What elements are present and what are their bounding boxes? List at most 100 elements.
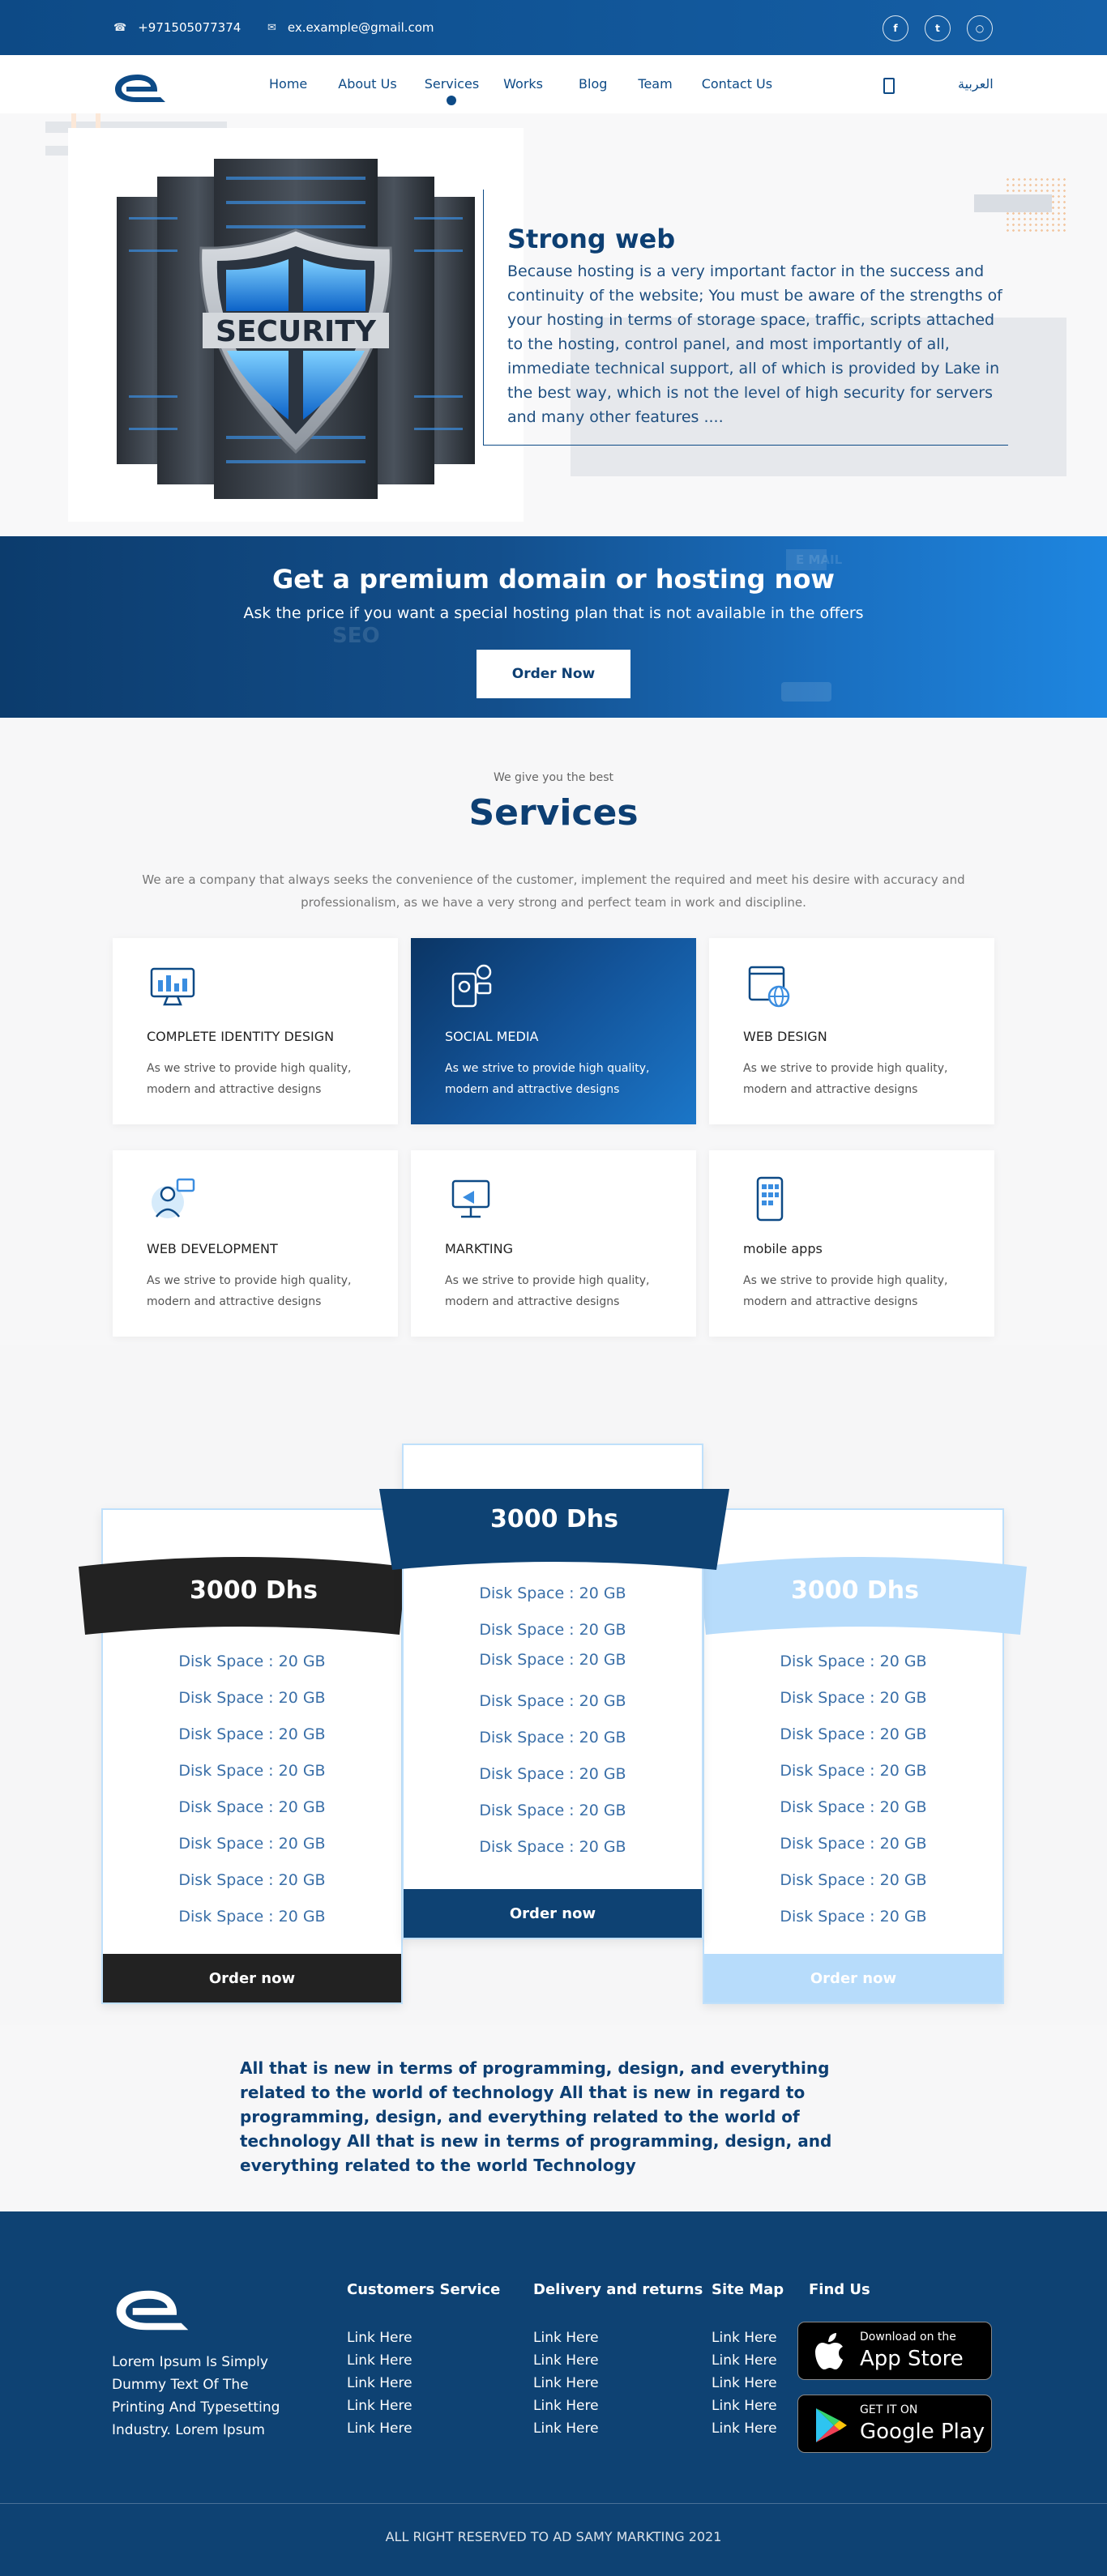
service-card-title: mobile apps: [743, 1241, 823, 1256]
search-icon[interactable]: [883, 78, 895, 94]
web-development-icon: [152, 1178, 195, 1218]
plan-feature: Disk Space : 20 GB: [178, 1908, 326, 1926]
plan-feature: Disk Space : 20 GB: [178, 1762, 326, 1780]
service-card-desc: As we strive to provide high quality, mo…: [445, 1274, 650, 1308]
hero-section: SECURITY Strong web Because hosting is a…: [0, 113, 1107, 536]
plan-feature: Disk Space : 20 GB: [780, 1689, 927, 1707]
plan-feature: Disk Space : 20 GB: [780, 1798, 927, 1816]
footer-link[interactable]: Link Here: [712, 2398, 777, 2414]
price-ribbon: [379, 1489, 729, 1570]
footer-link[interactable]: Link Here: [712, 2330, 777, 2346]
plan-order-button[interactable]: Order now: [103, 1954, 401, 2002]
service-card-title: MARKTING: [445, 1241, 513, 1256]
nav-services[interactable]: Services: [425, 76, 479, 105]
app-store-small: Download on the: [860, 2331, 956, 2344]
service-card-desc: As we strive to provide high quality, mo…: [743, 1274, 948, 1308]
banner-bg-word: SEO: [332, 624, 380, 648]
site-footer: Lorem Ipsum Is Simply Dummy Text Of The …: [0, 2211, 1107, 2576]
pricing-plan: 3000 Dhs Disk Space : 20 GB Disk Space :…: [79, 1508, 406, 2004]
footer-link[interactable]: Link Here: [712, 2352, 777, 2369]
footer-about-text: Lorem Ipsum Is Simply Dummy Text Of The …: [112, 2354, 280, 2438]
plan-feature: Disk Space : 20 GB: [479, 1765, 626, 1783]
main-navbar: Home About Us Services Works Blog Team C…: [0, 55, 1107, 113]
marketing-icon: [451, 1179, 490, 1218]
email-contact[interactable]: ✉ ex.example@gmail.com: [267, 20, 434, 35]
service-card[interactable]: MARKTING As we strive to provide high qu…: [411, 1150, 696, 1337]
top-bar: ☎ +971505077374 ✉ ex.example@gmail.com f…: [0, 0, 1107, 55]
service-card[interactable]: COMPLETE IDENTITY DESIGN As we strive to…: [113, 938, 398, 1124]
plan-order-button[interactable]: Order now: [404, 1889, 702, 1938]
nav-about-us[interactable]: About Us: [338, 76, 396, 92]
pricing-plan: 3000 Dhs Disk Space : 20 GB Disk Space :…: [699, 1508, 1027, 2004]
nav-team[interactable]: Team: [638, 76, 672, 92]
plan-feature: Disk Space : 20 GB: [178, 1835, 326, 1853]
banner-title: Get a premium domain or hosting now: [272, 564, 835, 595]
phone-icon: ☎: [113, 21, 127, 34]
nav-contact-us[interactable]: Contact Us: [702, 76, 772, 92]
service-card-desc: As we strive to provide high quality, mo…: [743, 1062, 948, 1096]
phone-contact[interactable]: ☎ +971505077374: [113, 20, 241, 35]
mobile-apps-icon: [756, 1176, 784, 1222]
footer-link[interactable]: Link Here: [533, 2420, 599, 2437]
language-switch[interactable]: العربية: [958, 76, 994, 92]
footer-link[interactable]: Link Here: [533, 2398, 599, 2414]
footer-logo[interactable]: [112, 2286, 193, 2335]
services-description: We are a company that always seeks the c…: [142, 872, 965, 910]
nav-home[interactable]: Home: [269, 76, 307, 92]
google-play-badge[interactable]: GET IT ON Google Play: [797, 2395, 992, 2453]
footer-link[interactable]: Link Here: [533, 2330, 599, 2346]
footer-link[interactable]: Link Here: [347, 2420, 412, 2437]
social-media-icon: [451, 964, 492, 1008]
security-image-text: SECURITY: [216, 315, 377, 348]
service-card-title: WEB DEVELOPMENT: [147, 1241, 278, 1256]
app-store-badge[interactable]: Download on the App Store: [797, 2322, 992, 2380]
footer-link[interactable]: Link Here: [533, 2352, 599, 2369]
plan-feature: Disk Space : 20 GB: [178, 1689, 326, 1707]
pricing-plan-featured: 3000 Dhs Disk Space : 20 GB Disk Space :…: [379, 1444, 729, 1939]
footer-column-title: Delivery and returns: [533, 2281, 703, 2298]
plan-feature: Disk Space : 20 GB: [780, 1725, 927, 1743]
footer-link[interactable]: Link Here: [533, 2375, 599, 2391]
service-card[interactable]: SOCIAL MEDIA As we strive to provide hig…: [411, 938, 696, 1124]
footer-divider: [0, 2503, 1107, 2504]
plan-feature: Disk Space : 20 GB: [479, 1651, 626, 1669]
nav-blog[interactable]: Blog: [579, 76, 607, 92]
footer-link[interactable]: Link Here: [347, 2352, 412, 2369]
email-address: ex.example@gmail.com: [287, 20, 434, 35]
banner-subtitle: Ask the price if you want a special host…: [243, 604, 864, 622]
footer-link[interactable]: Link Here: [712, 2375, 777, 2391]
web-design-icon: [748, 966, 790, 1008]
service-card[interactable]: WEB DESIGN As we strive to provide high …: [709, 938, 994, 1124]
services-title: Services: [468, 792, 639, 834]
service-card[interactable]: WEB DEVELOPMENT As we strive to provide …: [113, 1150, 398, 1337]
service-card-desc: As we strive to provide high quality, mo…: [147, 1062, 352, 1096]
twitter-icon[interactable]: t: [925, 15, 951, 41]
instagram-icon[interactable]: ○: [967, 15, 993, 41]
facebook-icon[interactable]: f: [883, 15, 908, 41]
plan-feature: Disk Space : 20 GB: [479, 1692, 626, 1710]
footer-column-title: Site Map: [712, 2281, 784, 2298]
plan-feature: Disk Space : 20 GB: [780, 1653, 927, 1670]
app-store-big: App Store: [860, 2347, 964, 2371]
order-now-button[interactable]: Order Now: [477, 650, 630, 698]
find-us-title: Find Us: [809, 2281, 870, 2298]
service-card-desc: As we strive to provide high quality, mo…: [147, 1274, 352, 1308]
service-card[interactable]: mobile apps As we strive to provide high…: [709, 1150, 994, 1337]
plan-feature: Disk Space : 20 GB: [178, 1798, 326, 1816]
plan-price: 3000 Dhs: [189, 1576, 318, 1605]
tagline-text: All that is new in terms of programming,…: [240, 2058, 832, 2175]
footer-link[interactable]: Link Here: [712, 2420, 777, 2437]
company-logo[interactable]: [112, 71, 169, 105]
phone-number: +971505077374: [138, 20, 241, 35]
footer-link[interactable]: Link Here: [347, 2375, 412, 2391]
footer-link[interactable]: Link Here: [347, 2398, 412, 2414]
plan-feature: Disk Space : 20 GB: [780, 1762, 927, 1780]
plan-feature: Disk Space : 20 GB: [479, 1802, 626, 1819]
google-play-icon: [816, 2408, 847, 2442]
footer-column-title: Customers Service: [347, 2281, 501, 2298]
nav-works[interactable]: Works: [503, 76, 543, 92]
footer-link[interactable]: Link Here: [347, 2330, 412, 2346]
social-links: f t ○: [883, 15, 993, 41]
apple-icon: [815, 2333, 843, 2369]
plan-order-button[interactable]: Order now: [704, 1954, 1002, 2002]
